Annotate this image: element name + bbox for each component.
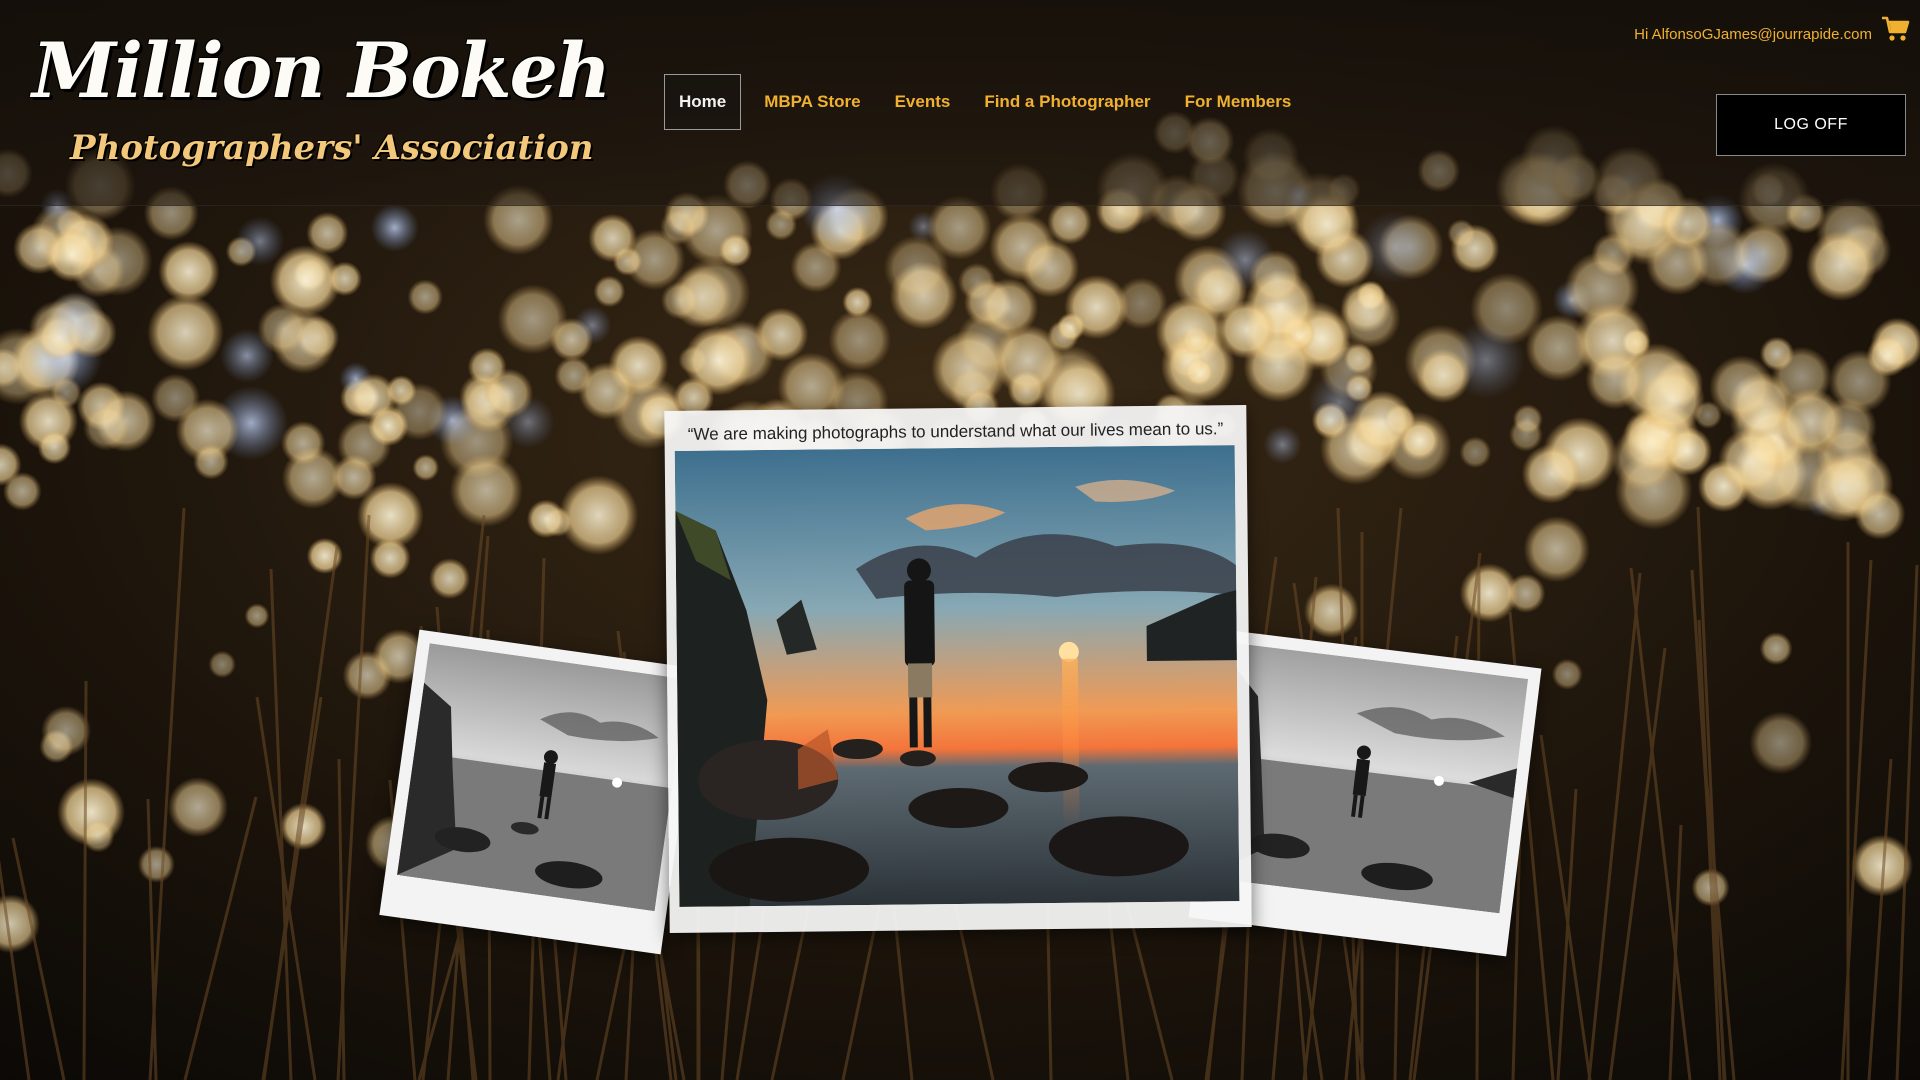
nav-mbpa-store[interactable]: MBPA Store bbox=[747, 75, 877, 129]
bokeh-light bbox=[1585, 349, 1645, 410]
bokeh-light bbox=[1777, 388, 1845, 455]
nav-for-members[interactable]: For Members bbox=[1168, 75, 1309, 129]
bokeh-light bbox=[327, 261, 363, 297]
bokeh-light bbox=[1216, 300, 1276, 359]
bokeh-light bbox=[147, 294, 224, 371]
nav-home[interactable]: Home bbox=[664, 74, 742, 130]
bokeh-light bbox=[1263, 425, 1302, 465]
bokeh-light bbox=[1047, 199, 1092, 245]
bokeh-light bbox=[1307, 371, 1371, 435]
bokeh-light bbox=[193, 443, 229, 480]
bokeh-light bbox=[235, 216, 285, 266]
photo-grayscale-shore bbox=[1205, 642, 1529, 914]
bokeh-light bbox=[1759, 632, 1793, 665]
bokeh-light bbox=[306, 537, 343, 575]
bokeh-light bbox=[497, 284, 568, 355]
nav-events[interactable]: Events bbox=[878, 75, 968, 129]
bokeh-light bbox=[412, 454, 440, 481]
bokeh-light bbox=[992, 324, 1064, 396]
grass-blade bbox=[82, 680, 88, 1080]
bokeh-light bbox=[883, 235, 950, 301]
bokeh-light bbox=[1064, 274, 1129, 340]
gallery-photo-main[interactable]: “We are making photographs to understand… bbox=[664, 404, 1252, 934]
bokeh-light bbox=[1358, 210, 1432, 284]
bokeh-light bbox=[573, 306, 612, 345]
nav-find-photographer[interactable]: Find a Photographer bbox=[967, 75, 1167, 129]
bokeh-light bbox=[1459, 436, 1492, 469]
bokeh-light bbox=[390, 382, 449, 441]
bokeh-light bbox=[1638, 367, 1706, 434]
bokeh-light bbox=[46, 290, 105, 349]
bokeh-light bbox=[429, 558, 471, 600]
bokeh-light bbox=[208, 650, 236, 679]
bokeh-light bbox=[1551, 658, 1583, 690]
bokeh-light bbox=[244, 603, 270, 629]
bokeh-light bbox=[349, 373, 398, 422]
bokeh-light bbox=[1805, 230, 1877, 301]
bokeh-light bbox=[50, 377, 82, 409]
bokeh-light bbox=[1854, 488, 1906, 540]
bokeh-light bbox=[588, 213, 637, 263]
bokeh-light bbox=[1399, 420, 1440, 461]
bokeh-light bbox=[790, 241, 842, 293]
bokeh-light bbox=[158, 241, 220, 303]
bokeh-light bbox=[1749, 711, 1813, 775]
bokeh-light bbox=[578, 362, 637, 420]
bokeh-light bbox=[683, 325, 754, 396]
shopping-cart-icon[interactable] bbox=[1880, 14, 1910, 44]
main-nav: Home MBPA Store Events Find a Photograph… bbox=[664, 74, 1308, 130]
site-logo[interactable]: Million Bokeh Photographers' Association bbox=[28, 20, 611, 190]
bokeh-light bbox=[1248, 249, 1303, 304]
photo-grayscale-shore bbox=[397, 643, 688, 912]
bokeh-light bbox=[370, 203, 419, 252]
bokeh-light bbox=[1717, 427, 1785, 495]
bokeh-light bbox=[467, 347, 507, 387]
user-greeting[interactable]: Hi AlfonsoGJames@jourrapide.com bbox=[1634, 26, 1872, 43]
logo-title: Million Bokeh bbox=[32, 26, 611, 115]
bokeh-light bbox=[1450, 224, 1500, 274]
bokeh-light bbox=[37, 430, 72, 465]
bokeh-light bbox=[1416, 348, 1471, 403]
bokeh-light bbox=[337, 417, 392, 472]
bokeh-light bbox=[41, 705, 92, 757]
bokeh-light bbox=[1694, 400, 1723, 429]
bokeh-light bbox=[281, 421, 326, 466]
bokeh-light bbox=[1523, 515, 1590, 583]
bokeh-light bbox=[83, 403, 130, 451]
bokeh-light bbox=[1181, 325, 1211, 355]
bokeh-light bbox=[449, 453, 523, 527]
bokeh-light bbox=[828, 308, 891, 372]
bokeh-light bbox=[718, 233, 753, 267]
bokeh-light bbox=[1339, 286, 1401, 349]
bokeh-light bbox=[137, 845, 175, 883]
logo-subtitle: Photographers' Association bbox=[70, 128, 594, 168]
site-header: Million Bokeh Photographers' Association… bbox=[0, 0, 1920, 206]
bokeh-light bbox=[593, 275, 626, 308]
gallery-photo-left[interactable] bbox=[379, 629, 701, 955]
bokeh-light bbox=[1521, 444, 1582, 504]
bokeh-light bbox=[1512, 404, 1543, 435]
bokeh-light bbox=[526, 499, 566, 539]
log-off-button[interactable]: LOG OFF bbox=[1716, 94, 1906, 156]
bokeh-light bbox=[167, 777, 228, 838]
bokeh-light bbox=[3, 472, 42, 511]
bokeh-light bbox=[1866, 334, 1909, 377]
photo-quote: “We are making photographs to understand… bbox=[687, 419, 1224, 444]
photo-sunset-shore bbox=[674, 445, 1240, 907]
bokeh-light bbox=[407, 279, 443, 315]
bokeh-light bbox=[44, 227, 100, 283]
bokeh-light bbox=[369, 537, 411, 579]
